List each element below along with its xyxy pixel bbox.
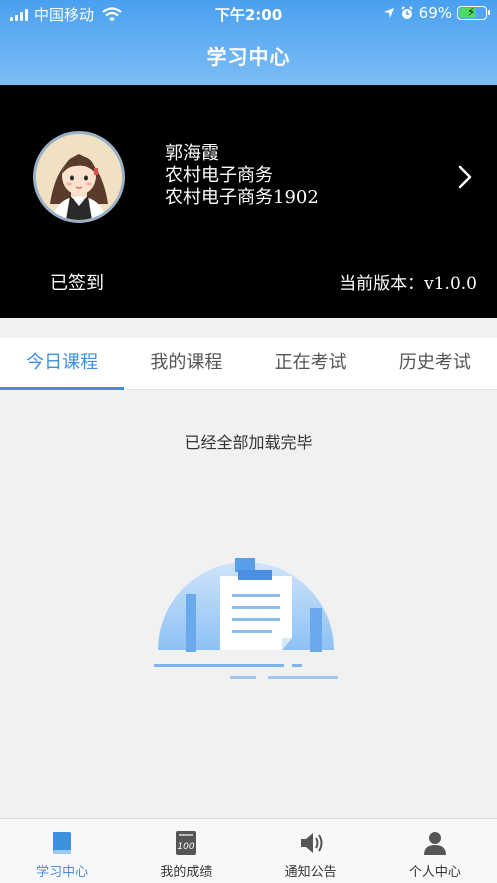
tab-today-courses[interactable]: 今日课程	[0, 338, 125, 390]
person-icon	[423, 832, 446, 855]
location-icon	[383, 8, 394, 18]
nav-my-scores-label: 我的成绩	[160, 865, 213, 880]
tab-my-courses[interactable]: 我的课程	[124, 338, 248, 389]
nav-study-center[interactable]: 学习中心	[0, 819, 124, 883]
battery-icon: ⚡	[457, 5, 490, 20]
status-right: 69% ⚡	[383, 4, 490, 22]
alarm-icon	[400, 6, 413, 19]
nav-announcements-label: 通知公告	[284, 865, 337, 880]
profile-card[interactable]: 郭海霞 农村电子商务 农村电子商务1902 已签到 当前版本：v1.0.0	[0, 85, 497, 318]
signin-status[interactable]: 已签到	[50, 269, 104, 295]
bottom-nav: 学习中心 100 我的成绩 通知公告 个人中心	[0, 818, 497, 883]
page-title: 学习中心	[206, 45, 291, 69]
tab-exam-history[interactable]: 历史考试	[373, 338, 497, 389]
app-version: 当前版本：v1.0.0	[339, 269, 477, 294]
course-tabs: 今日课程 我的课程 正在考试 历史考试	[0, 338, 497, 390]
app-header: 中国移动 下午2:00 69% ⚡ 学习中心	[0, 0, 497, 85]
nav-announcements[interactable]: 通知公告	[249, 819, 373, 883]
nav-my-scores[interactable]: 100 我的成绩	[124, 819, 248, 883]
nav-personal-center[interactable]: 个人中心	[373, 819, 497, 883]
status-bar: 中国移动 下午2:00 69% ⚡	[0, 0, 497, 28]
charging-bolt-icon: ⚡	[467, 5, 476, 19]
profile-info: 郭海霞 农村电子商务 农村电子商务1902	[165, 143, 319, 209]
avatar-illustration	[36, 134, 122, 220]
score-icon: 100	[176, 831, 197, 855]
battery-percent: 69%	[418, 4, 452, 22]
user-name: 郭海霞	[165, 143, 219, 164]
user-major: 农村电子商务	[165, 165, 273, 186]
user-class: 农村电子商务1902	[165, 187, 319, 208]
tab-ongoing-exams[interactable]: 正在考试	[249, 338, 373, 389]
empty-state-illustration	[154, 558, 338, 679]
nav-study-center-label: 学习中心	[36, 865, 89, 880]
chevron-right-icon[interactable]	[457, 164, 473, 190]
nav-personal-center-label: 个人中心	[408, 865, 461, 880]
book-icon	[53, 832, 72, 854]
speaker-icon	[300, 833, 323, 853]
avatar[interactable]	[33, 131, 125, 223]
loaded-message: 已经全部加载完毕	[184, 433, 313, 452]
version-value: v1.0.0	[424, 274, 477, 294]
version-label: 当前版本：	[339, 274, 425, 294]
score-icon-text: 100	[178, 842, 195, 852]
